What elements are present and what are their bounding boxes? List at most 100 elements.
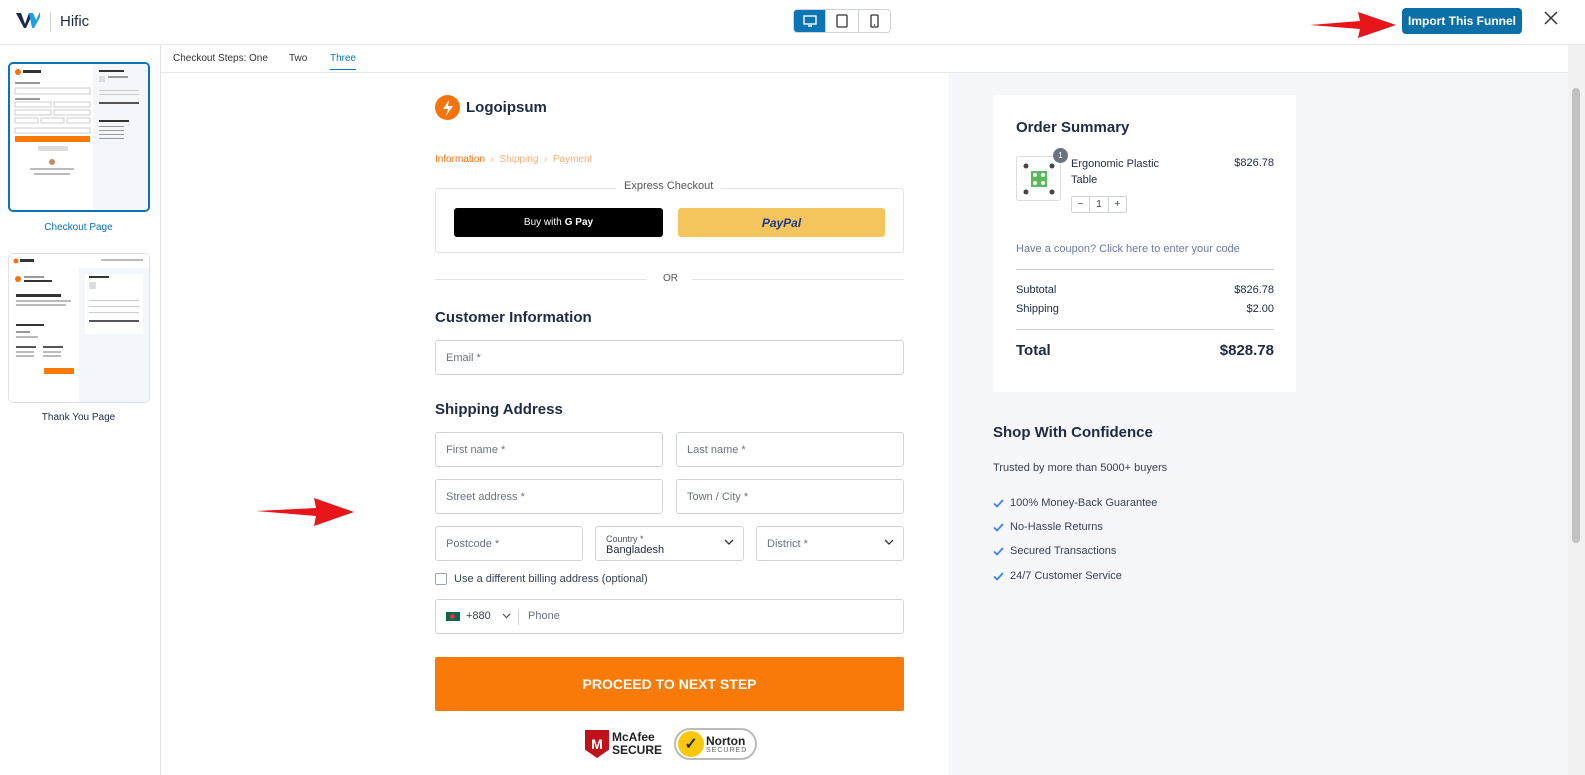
email-field[interactable]: Email * bbox=[435, 340, 904, 375]
check-icon bbox=[993, 546, 1004, 556]
norton-top-text: Norton bbox=[706, 733, 746, 748]
dial-code[interactable]: +880 bbox=[466, 610, 491, 622]
billing-address-option[interactable]: Use a different billing address (optiona… bbox=[435, 573, 648, 585]
google-pay-button[interactable]: Buy with G Pay bbox=[454, 208, 663, 237]
total-label: Total bbox=[1016, 342, 1051, 359]
express-checkout-label: Express Checkout bbox=[616, 180, 722, 192]
shop-confidence-subtitle: Trusted by more than 5000+ buyers bbox=[993, 462, 1168, 474]
shop-confidence-title: Shop With Confidence bbox=[993, 424, 1153, 441]
device-switcher bbox=[793, 9, 891, 33]
phone-separator bbox=[518, 609, 519, 625]
total-row: Total $828.78 bbox=[1016, 342, 1274, 359]
annotation-arrow-left bbox=[256, 498, 354, 526]
checkout-page-thumbnail[interactable] bbox=[8, 62, 150, 212]
top-bar: Hific Import This Funnel bbox=[0, 0, 1585, 45]
chevron-down-icon bbox=[724, 539, 734, 545]
phone-field[interactable]: +880 Phone bbox=[435, 599, 904, 634]
confidence-item-label: 24/7 Customer Service bbox=[1010, 570, 1122, 582]
street-address-field[interactable]: Street address * bbox=[435, 479, 663, 514]
town-city-field[interactable]: Town / City * bbox=[676, 479, 904, 514]
product-image bbox=[1016, 156, 1061, 201]
or-divider-left bbox=[435, 279, 647, 280]
postcode-field[interactable]: Postcode * bbox=[435, 526, 583, 561]
desktop-icon bbox=[802, 15, 817, 27]
increase-qty-button[interactable]: + bbox=[1109, 197, 1126, 212]
quantity-badge: 1 bbox=[1053, 148, 1068, 163]
mobile-view-button[interactable] bbox=[859, 10, 890, 32]
desktop-view-button[interactable] bbox=[794, 10, 827, 32]
title-separator bbox=[50, 12, 51, 32]
brand-name: Logoipsum bbox=[466, 99, 547, 116]
chevron-right-icon: › bbox=[541, 154, 551, 165]
subtotal-value: $826.78 bbox=[1234, 284, 1274, 296]
check-icon bbox=[993, 498, 1004, 508]
checkout-page-label[interactable]: Checkout Page bbox=[0, 222, 157, 233]
first-name-field[interactable]: First name * bbox=[435, 432, 663, 467]
shipping-value: $2.00 bbox=[1246, 303, 1274, 315]
trust-badges: M McAfee SECURE ✓ Norton SECURED bbox=[585, 728, 758, 760]
decrease-qty-button[interactable]: − bbox=[1072, 197, 1089, 212]
first-name-placeholder: First name * bbox=[446, 443, 506, 456]
billing-label: Use a different billing address (optiona… bbox=[454, 573, 648, 585]
chevron-down-icon bbox=[502, 613, 511, 619]
shipping-row: Shipping $2.00 bbox=[1016, 303, 1274, 315]
country-label: Country * bbox=[606, 533, 644, 544]
step-one-tab[interactable]: One bbox=[249, 53, 268, 64]
subtotal-row: Subtotal $826.78 bbox=[1016, 284, 1274, 296]
total-value: $828.78 bbox=[1219, 342, 1274, 359]
district-placeholder: District * bbox=[767, 537, 808, 550]
scrollbar-thumb[interactable] bbox=[1572, 88, 1580, 543]
confidence-item-label: 100% Money-Back Guarantee bbox=[1010, 497, 1158, 509]
steps-prefix: Checkout Steps: bbox=[173, 53, 247, 64]
tablet-view-button[interactable] bbox=[826, 10, 859, 32]
phone-placeholder: Phone bbox=[528, 610, 560, 622]
check-icon bbox=[993, 571, 1004, 581]
country-select[interactable]: Country * Bangladesh bbox=[595, 526, 744, 561]
confidence-item-label: No-Hassle Returns bbox=[1010, 521, 1103, 533]
last-name-field[interactable]: Last name * bbox=[676, 432, 904, 467]
close-button[interactable] bbox=[1543, 10, 1559, 31]
mcafee-shield-icon: M bbox=[585, 730, 609, 758]
check-icon bbox=[993, 522, 1004, 532]
checkout-preview-image bbox=[14, 64, 148, 210]
chevron-down-icon bbox=[884, 539, 894, 545]
shipping-label: Shipping bbox=[1016, 303, 1059, 315]
customer-info-title: Customer Information bbox=[435, 309, 592, 326]
breadcrumb-payment[interactable]: Payment bbox=[553, 154, 592, 165]
confidence-item: Secured Transactions bbox=[993, 545, 1116, 557]
step-two-tab[interactable]: Two bbox=[289, 53, 307, 64]
summary-divider bbox=[1016, 269, 1274, 270]
step-three-tab[interactable]: Three bbox=[330, 53, 357, 70]
paypal-button[interactable]: PayPal bbox=[678, 208, 885, 237]
mcafee-secure-badge: M McAfee SECURE bbox=[585, 730, 662, 758]
billing-checkbox[interactable] bbox=[435, 573, 447, 585]
table-product-icon bbox=[1023, 163, 1054, 194]
chevron-right-icon: › bbox=[487, 154, 497, 165]
country-value: Bangladesh bbox=[606, 543, 665, 556]
confidence-item: 24/7 Customer Service bbox=[993, 570, 1122, 582]
street-placeholder: Street address * bbox=[446, 490, 525, 503]
thank-you-page-thumbnail[interactable] bbox=[8, 253, 150, 403]
breadcrumb-shipping[interactable]: Shipping bbox=[499, 154, 538, 165]
norton-check-icon: ✓ bbox=[678, 731, 705, 757]
coupon-link[interactable]: Have a coupon? Click here to enter your … bbox=[1016, 243, 1240, 255]
import-funnel-button[interactable]: Import This Funnel bbox=[1402, 8, 1522, 34]
brand-logo: Logoipsum bbox=[435, 95, 547, 120]
proceed-next-step-button[interactable]: PROCEED TO NEXT STEP bbox=[435, 657, 904, 711]
tablet-icon bbox=[836, 14, 848, 28]
qty-value[interactable]: 1 bbox=[1089, 197, 1109, 212]
checkout-steps-bar: Checkout Steps: One Two Three bbox=[161, 45, 1568, 73]
paypal-label: PayPal bbox=[761, 215, 802, 230]
district-select[interactable]: District * bbox=[756, 526, 904, 561]
mcafee-bottom-text: SECURE bbox=[612, 743, 663, 757]
app-logo-icon bbox=[16, 11, 40, 34]
confidence-item: No-Hassle Returns bbox=[993, 521, 1103, 533]
page-sidebar: Checkout Page Thank You Page bbox=[0, 45, 161, 775]
subtotal-label: Subtotal bbox=[1016, 284, 1057, 296]
thank-you-page-label[interactable]: Thank You Page bbox=[0, 412, 157, 423]
confidence-item-label: Secured Transactions bbox=[1010, 545, 1117, 557]
breadcrumb-information[interactable]: Information bbox=[435, 154, 485, 165]
close-icon bbox=[1544, 11, 1558, 25]
summary-divider bbox=[1016, 329, 1274, 330]
bangladesh-flag-icon bbox=[446, 612, 460, 621]
